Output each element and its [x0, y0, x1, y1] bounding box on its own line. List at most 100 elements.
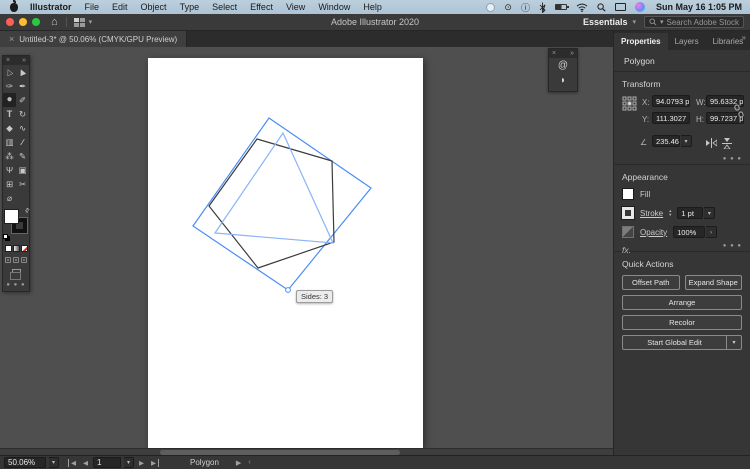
- wifi-icon[interactable]: [576, 2, 588, 13]
- menu-view[interactable]: View: [286, 2, 305, 12]
- polygon-tool[interactable]: ●: [3, 93, 16, 107]
- rotation-field[interactable]: 235.46: [652, 135, 680, 147]
- status-play-icon[interactable]: ▶: [236, 459, 241, 467]
- opacity-field[interactable]: 100%: [673, 226, 705, 238]
- close-window-button[interactable]: [6, 18, 14, 26]
- first-artboard-icon[interactable]: ◀: [68, 459, 78, 467]
- home-icon[interactable]: ⌂: [51, 17, 58, 28]
- gradient-tool[interactable]: ▥: [3, 135, 16, 149]
- artboard-tool[interactable]: ▣: [16, 163, 29, 177]
- arrange-documents-chevron-icon[interactable]: ▾: [89, 18, 93, 26]
- transform-more-options-icon[interactable]: ● ● ●: [723, 156, 742, 162]
- link-dimensions-icon[interactable]: [734, 104, 744, 118]
- artboard-number-chevron-icon[interactable]: ▾: [124, 457, 134, 468]
- start-global-edit-button[interactable]: Start Global Edit: [622, 335, 727, 350]
- tools-panel-collapse-icon[interactable]: »: [22, 57, 26, 64]
- rotation-chevron-icon[interactable]: ▾: [681, 135, 692, 147]
- artboard-number-field[interactable]: 1: [93, 457, 121, 468]
- offset-path-button[interactable]: Offset Path: [622, 275, 680, 290]
- direct-selection-tool[interactable]: ▶: [16, 65, 29, 79]
- perspective-grid-tool[interactable]: ⊞: [3, 177, 16, 191]
- menu-illustrator[interactable]: Illustrator: [30, 2, 72, 12]
- eyedropper-tool[interactable]: ∕: [16, 135, 29, 149]
- menu-select[interactable]: Select: [212, 2, 237, 12]
- record-icon[interactable]: [486, 3, 495, 12]
- curvature-tool[interactable]: ✑: [3, 79, 16, 93]
- previous-artboard-icon[interactable]: ◀: [81, 459, 90, 467]
- minimize-window-button[interactable]: [19, 18, 27, 26]
- y-field[interactable]: 111.3027: [652, 112, 690, 124]
- global-edit-chevron-icon[interactable]: ▾: [727, 335, 742, 350]
- draw-inside-button[interactable]: [21, 257, 27, 263]
- default-fill-stroke-icon[interactable]: [3, 234, 8, 239]
- none-button[interactable]: [21, 245, 28, 252]
- tools-panel-close-icon[interactable]: ×: [6, 57, 10, 64]
- pencil-tool[interactable]: ✎: [16, 149, 29, 163]
- scissors-tool[interactable]: ✂: [16, 177, 29, 191]
- stroke-link[interactable]: Stroke: [640, 209, 663, 218]
- info-icon[interactable]: ⓘ: [521, 2, 530, 13]
- stroke-weight-field[interactable]: 1 pt: [677, 207, 703, 219]
- shaper-tool[interactable]: ∿: [16, 121, 29, 135]
- apple-icon[interactable]: [10, 3, 18, 12]
- draw-behind-button[interactable]: [13, 257, 19, 263]
- opacity-link[interactable]: Opacity: [640, 228, 667, 237]
- hand-tool[interactable]: Ψ: [3, 163, 16, 177]
- stroke-color-swatch[interactable]: [622, 207, 634, 219]
- draw-normal-button[interactable]: [5, 257, 11, 263]
- flip-vertical-icon[interactable]: [722, 138, 732, 149]
- zoom-window-button[interactable]: [32, 18, 40, 26]
- dock-collapse-icon[interactable]: »: [742, 33, 746, 42]
- zoom-tool[interactable]: ⌀: [3, 191, 16, 205]
- mini-panel-close-icon[interactable]: ×: [552, 50, 556, 57]
- workspace-switcher[interactable]: Essentials ▾: [583, 17, 636, 27]
- canvas-area[interactable]: Sides: 3 × » @ ◗: [0, 47, 613, 448]
- menu-help[interactable]: Help: [363, 2, 382, 12]
- bluetooth-icon[interactable]: [539, 2, 546, 13]
- recolor-button[interactable]: Recolor: [622, 315, 742, 330]
- stroke-weight-stepper[interactable]: ▴▾: [669, 209, 671, 217]
- menu-effect[interactable]: Effect: [250, 2, 273, 12]
- eraser-tool[interactable]: ◆: [3, 121, 16, 135]
- opacity-expand-icon[interactable]: ›: [706, 226, 717, 238]
- selection-tool[interactable]: ▷: [3, 65, 16, 79]
- menubar-clock[interactable]: Sun May 16 1:05 PM: [656, 2, 742, 12]
- mini-panel-collapse-icon[interactable]: »: [570, 50, 574, 57]
- next-artboard-icon[interactable]: ▶: [137, 459, 146, 467]
- display-icon[interactable]: [615, 3, 626, 11]
- rotate-tool[interactable]: ↻: [16, 107, 29, 121]
- siri-icon[interactable]: [635, 2, 645, 12]
- color-button[interactable]: [5, 245, 12, 252]
- x-field[interactable]: 94.0793 p: [652, 95, 690, 107]
- last-artboard-icon[interactable]: ▶: [149, 459, 159, 467]
- screen-mode-button[interactable]: [12, 269, 21, 276]
- adobe-stock-search-input[interactable]: ▾ Search Adobe Stock: [644, 16, 744, 28]
- arrange-button[interactable]: Arrange: [622, 295, 742, 310]
- type-tool[interactable]: T: [3, 107, 16, 121]
- screen-mirroring-icon[interactable]: ⊙: [504, 2, 512, 13]
- polygon-anchor-handle[interactable]: [286, 288, 291, 293]
- menu-window[interactable]: Window: [318, 2, 350, 12]
- tab-properties[interactable]: Properties: [614, 33, 668, 50]
- menu-file[interactable]: File: [85, 2, 100, 12]
- horizontal-scrollbar[interactable]: [0, 448, 613, 455]
- arrange-documents-icon[interactable]: [74, 18, 85, 27]
- zoom-level-chevron-icon[interactable]: ▾: [49, 457, 59, 468]
- menu-object[interactable]: Object: [141, 2, 167, 12]
- paintbrush-tool[interactable]: ✐: [16, 93, 29, 107]
- square-shape[interactable]: [193, 118, 371, 290]
- menu-type[interactable]: Type: [180, 2, 200, 12]
- symbol-sprayer-tool[interactable]: ⁂: [3, 149, 16, 163]
- fin-shape-tool[interactable]: ◗: [549, 73, 577, 88]
- twirl-tool[interactable]: @: [549, 58, 577, 73]
- zoom-level-field[interactable]: 50.06%: [4, 457, 46, 468]
- fill-indicator[interactable]: [4, 209, 19, 224]
- spotlight-icon[interactable]: [597, 2, 606, 13]
- expand-shape-button[interactable]: Expand Shape: [685, 275, 743, 290]
- appearance-more-options-icon[interactable]: ● ● ●: [723, 243, 742, 249]
- status-expand-icon[interactable]: ‹: [248, 459, 250, 466]
- tab-layers[interactable]: Layers: [668, 33, 706, 50]
- fill-color-swatch[interactable]: [622, 188, 634, 200]
- flip-horizontal-icon[interactable]: [706, 138, 717, 148]
- stroke-weight-chevron-icon[interactable]: ▾: [704, 207, 715, 219]
